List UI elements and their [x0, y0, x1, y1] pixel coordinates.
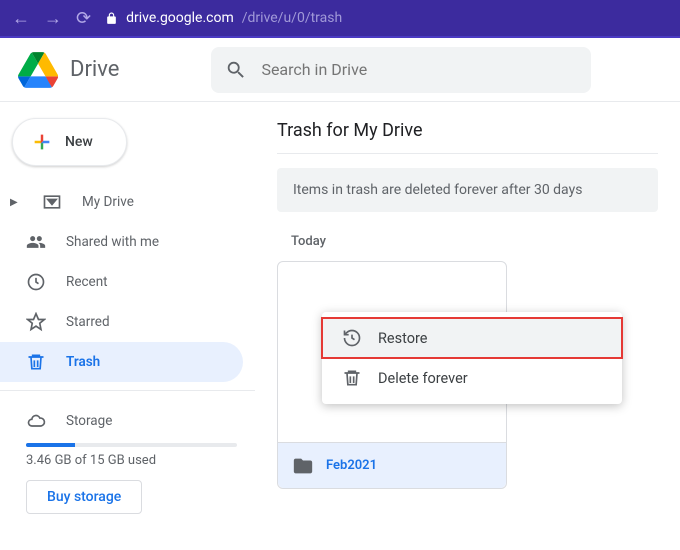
context-delete-forever[interactable]: Delete forever — [322, 358, 622, 398]
section-label: Today — [291, 234, 658, 249]
cloud-icon — [26, 411, 46, 431]
star-icon — [26, 312, 46, 332]
search-input[interactable] — [261, 60, 577, 79]
context-item-label: Delete forever — [378, 370, 468, 387]
forward-icon[interactable]: → — [44, 8, 62, 29]
sidebar-item-my-drive[interactable]: ▶ My Drive — [0, 182, 243, 222]
plus-icon — [31, 131, 53, 153]
sidebar-item-label: Recent — [66, 274, 108, 290]
app-header: Drive — [0, 38, 680, 102]
new-button-label: New — [65, 134, 93, 150]
context-menu: Restore Delete forever — [322, 312, 622, 404]
clock-icon — [26, 272, 46, 292]
address-bar[interactable]: drive.google.com/drive/u/0/trash — [105, 10, 342, 26]
app-title: Drive — [70, 57, 119, 82]
sidebar-item-recent[interactable]: Recent — [0, 262, 243, 302]
file-footer: Feb2021 — [278, 442, 506, 488]
sidebar-item-starred[interactable]: Starred — [0, 302, 243, 342]
url-host: drive.google.com — [126, 10, 234, 26]
drive-logo-icon — [18, 52, 58, 88]
buy-storage-button[interactable]: Buy storage — [26, 480, 142, 514]
sidebar-item-label: Starred — [66, 314, 110, 330]
my-drive-icon — [42, 192, 62, 212]
trash-notice: Items in trash are deleted forever after… — [277, 168, 658, 212]
file-card[interactable]: Feb2021 Restore Delete forever — [277, 261, 507, 489]
trash-icon — [26, 352, 46, 372]
browser-bar: ← → ⟳ drive.google.com/drive/u/0/trash — [0, 0, 680, 36]
sidebar-item-storage[interactable]: Storage — [26, 403, 237, 439]
search-icon — [225, 59, 247, 81]
sidebar-item-label: Trash — [66, 354, 100, 370]
sidebar: New ▶ My Drive Shared with me Recent — [0, 102, 255, 550]
sidebar-item-shared[interactable]: Shared with me — [0, 222, 243, 262]
reload-icon[interactable]: ⟳ — [76, 8, 91, 29]
lock-icon — [105, 12, 118, 25]
context-restore[interactable]: Restore — [322, 318, 622, 358]
storage-label: Storage — [66, 413, 112, 429]
trash-icon — [342, 368, 362, 388]
storage-bar — [26, 443, 237, 447]
storage-used-text: 3.46 GB of 15 GB used — [26, 453, 237, 468]
main-content: Trash for My Drive Items in trash are de… — [255, 102, 680, 550]
new-button[interactable]: New — [12, 118, 127, 166]
folder-icon — [292, 455, 314, 477]
page-title: Trash for My Drive — [277, 120, 658, 154]
search-box[interactable] — [211, 47, 591, 93]
url-path: /drive/u/0/trash — [242, 10, 342, 26]
chevron-right-icon: ▶ — [10, 197, 22, 208]
sidebar-item-trash[interactable]: Trash — [0, 342, 243, 382]
file-name: Feb2021 — [326, 458, 377, 473]
back-icon[interactable]: ← — [12, 8, 30, 29]
sidebar-item-label: My Drive — [82, 194, 134, 210]
sidebar-item-label: Shared with me — [66, 234, 159, 250]
restore-icon — [342, 328, 362, 348]
context-item-label: Restore — [378, 330, 427, 347]
people-icon — [26, 232, 46, 252]
